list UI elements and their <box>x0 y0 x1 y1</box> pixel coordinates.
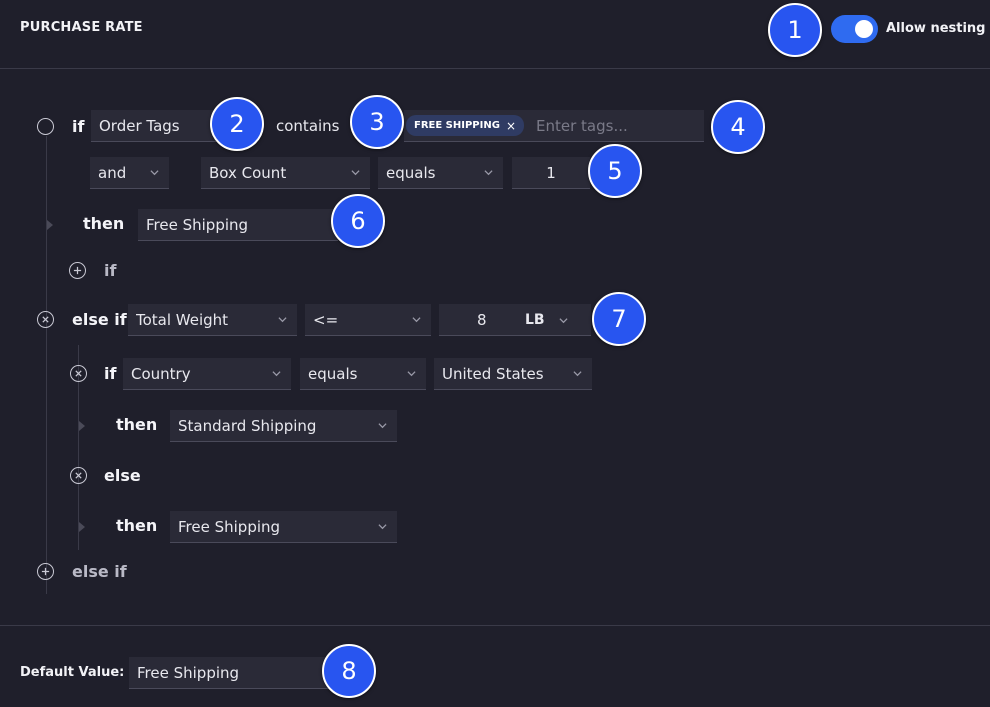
callout-badge-3: 3 <box>350 95 404 149</box>
then-result-value: Free Shipping <box>146 215 249 234</box>
field-select-value: Country <box>131 364 191 383</box>
operator-select-equals-country[interactable]: equals <box>300 358 426 390</box>
operator-select-equals[interactable]: equals <box>378 157 503 189</box>
else-keyword: else <box>104 466 141 485</box>
plus-icon <box>73 266 82 275</box>
default-value-label: Default Value: <box>20 665 125 680</box>
remove-tag-icon[interactable]: × <box>506 119 516 133</box>
default-value-select[interactable]: Free Shipping <box>129 657 329 689</box>
weight-value-input[interactable]: 8 LB <box>439 304 591 336</box>
add-else-if-label[interactable]: else if <box>72 562 127 581</box>
collapse-caret-icon[interactable] <box>79 522 85 532</box>
nested-if-keyword: if <box>104 364 117 383</box>
plus-icon <box>41 567 50 576</box>
chevron-down-icon <box>559 311 568 329</box>
then-result-value: Free Shipping <box>178 517 281 536</box>
field-select-total-weight[interactable]: Total Weight <box>128 304 297 336</box>
chevron-down-icon <box>573 369 582 378</box>
else-if-keyword: else if <box>72 310 127 329</box>
chevron-down-icon <box>378 421 387 430</box>
add-if-button[interactable] <box>69 262 86 279</box>
chevron-down-icon <box>484 168 493 177</box>
conjunction-select[interactable]: and <box>90 157 169 189</box>
chevron-down-icon <box>412 315 421 324</box>
tag-chip-label: FREE SHIPPING <box>414 120 500 131</box>
then-result-value: Standard Shipping <box>178 416 317 435</box>
weight-value-text: 8 <box>477 310 487 329</box>
then-result-select[interactable]: Free Shipping <box>138 209 338 241</box>
toggle-knob <box>855 20 873 38</box>
field-select-box-count[interactable]: Box Count <box>201 157 370 189</box>
field-select-value: Box Count <box>209 163 287 182</box>
tag-chip-free-shipping: FREE SHIPPING × <box>406 115 524 136</box>
operator-value: <= <box>313 310 339 329</box>
close-icon <box>75 370 82 377</box>
tree-guide-line <box>46 136 47 594</box>
callout-badge-7: 7 <box>592 292 646 346</box>
conjunction-value: and <box>98 163 127 182</box>
else-then-result-select[interactable]: Free Shipping <box>170 511 397 543</box>
remove-else-button[interactable] <box>70 467 87 484</box>
allow-nesting-toggle[interactable] <box>831 15 878 43</box>
callout-badge-8: 8 <box>322 644 376 698</box>
allow-nesting-label: Allow nesting <box>886 21 986 36</box>
chevron-down-icon <box>378 522 387 531</box>
weight-unit-select[interactable]: LB <box>525 312 545 328</box>
value-input-text: 1 <box>546 163 556 182</box>
operator-select-lte[interactable]: <= <box>305 304 431 336</box>
footer-divider <box>0 625 990 626</box>
page-title: PURCHASE RATE <box>20 20 143 35</box>
field-select-value: Total Weight <box>136 310 229 329</box>
then-keyword: then <box>83 214 125 233</box>
value-input-box-count[interactable]: 1 <box>512 157 590 189</box>
tags-input-placeholder[interactable]: Enter tags... <box>536 117 628 135</box>
add-else-if-button[interactable] <box>37 563 54 580</box>
operator-value: equals <box>308 364 358 383</box>
nested-then-keyword: then <box>116 415 158 434</box>
country-value: United States <box>442 364 544 383</box>
callout-badge-5: 5 <box>588 144 642 198</box>
operator-contains: contains <box>276 117 340 135</box>
remove-nested-if-button[interactable] <box>70 365 87 382</box>
callout-badge-6: 6 <box>331 194 385 248</box>
operator-value: equals <box>386 163 436 182</box>
default-value-text: Free Shipping <box>137 663 240 682</box>
collapse-caret-icon[interactable] <box>79 421 85 431</box>
add-if-label[interactable]: if <box>104 261 116 280</box>
country-value-select[interactable]: United States <box>434 358 592 390</box>
callout-badge-4: 4 <box>711 100 765 154</box>
tags-input[interactable]: FREE SHIPPING × Enter tags... <box>404 110 704 142</box>
field-select-value: Order Tags <box>99 116 180 135</box>
remove-else-if-button[interactable] <box>37 311 54 328</box>
chevron-down-icon <box>150 168 159 177</box>
field-select-order-tags[interactable]: Order Tags <box>91 110 221 142</box>
header-divider <box>0 68 990 69</box>
collapse-caret-icon[interactable] <box>47 220 53 230</box>
callout-badge-1: 1 <box>768 3 822 57</box>
callout-badge-2: 2 <box>210 97 264 151</box>
chevron-down-icon <box>407 369 416 378</box>
close-icon <box>75 472 82 479</box>
if-keyword: if <box>72 117 85 136</box>
chevron-down-icon <box>351 168 360 177</box>
field-select-country[interactable]: Country <box>123 358 291 390</box>
nested-then-result-select[interactable]: Standard Shipping <box>170 410 397 442</box>
close-icon <box>42 316 49 323</box>
chevron-down-icon <box>278 315 287 324</box>
else-then-keyword: then <box>116 516 158 535</box>
rule-radio-button[interactable] <box>37 118 54 135</box>
chevron-down-icon <box>272 369 281 378</box>
